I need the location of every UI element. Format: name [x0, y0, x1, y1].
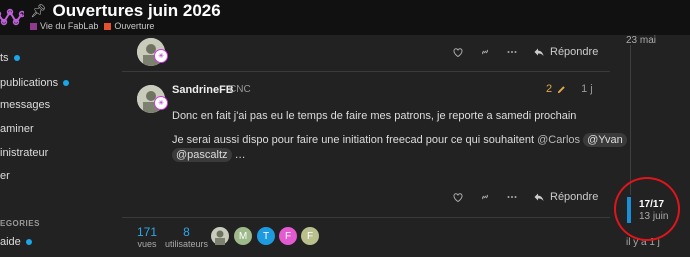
- sidebar-item-more[interactable]: er: [0, 170, 10, 182]
- participant-avatar[interactable]: M: [234, 227, 252, 245]
- sidebar: ts publications messages aminer inistrat…: [0, 35, 110, 257]
- post-paragraph-1: Donc en fait j'ai pas eu le temps de fai…: [172, 110, 577, 122]
- participant-avatar[interactable]: T: [257, 227, 275, 245]
- participant-avatar[interactable]: [211, 227, 229, 245]
- mention-carlos[interactable]: @Carlos: [537, 134, 580, 146]
- timeline-scrollbar[interactable]: [630, 45, 631, 195]
- users-label: utilisateurs: [165, 239, 209, 249]
- link-icon[interactable]: [479, 46, 491, 58]
- pin-icon: 📌︎: [30, 3, 47, 18]
- ellipsis: …: [234, 149, 246, 161]
- category-badges: Vie du FabLab Ouverture: [30, 21, 154, 31]
- views-label: vues: [137, 239, 157, 249]
- category-badge-ouverture[interactable]: Ouverture: [104, 21, 154, 31]
- more-options-icon[interactable]: [506, 46, 518, 58]
- sidebar-item-publications[interactable]: publications: [0, 77, 70, 89]
- reply-label: Répondre: [550, 46, 599, 58]
- sidebar-item-label: er: [0, 170, 10, 182]
- link-icon[interactable]: [479, 191, 491, 203]
- views-stat: 171 vues: [137, 225, 157, 249]
- views-count: 171: [137, 225, 158, 239]
- sidebar-item-label: aminer: [0, 123, 34, 135]
- pencil-edit-icon[interactable]: [556, 84, 567, 95]
- category-color-swatch: [30, 22, 37, 30]
- like-heart-icon[interactable]: [452, 191, 464, 203]
- reply-label: Répondre: [550, 191, 599, 203]
- category-label: Vie du FabLab: [40, 21, 99, 31]
- sidebar-item-aide[interactable]: aide: [0, 236, 32, 248]
- sidebar-item-messages[interactable]: messages: [0, 99, 50, 111]
- users-count: 8: [183, 225, 190, 239]
- unread-dot: [25, 239, 32, 245]
- title-row: 📌︎ Ouvertures juin 2026: [30, 1, 221, 21]
- edit-count[interactable]: 2: [546, 83, 552, 95]
- topic-title[interactable]: Ouvertures juin 2026: [53, 1, 221, 21]
- sidebar-item-topics[interactable]: ts: [0, 52, 20, 64]
- post-paragraph-3: @pascaltz …: [172, 148, 246, 162]
- reply-button[interactable]: Répondre: [533, 191, 598, 203]
- unread-dot: [63, 80, 70, 86]
- sidebar-item-label: aide: [0, 236, 21, 248]
- user-avatar-icon: [215, 230, 225, 245]
- post-meta: 2 1 j: [546, 83, 593, 95]
- post-actions: Répondre: [452, 46, 598, 58]
- user-flair-icon: ✳: [154, 96, 168, 110]
- sidebar-section-categories[interactable]: EGORIES: [0, 219, 40, 228]
- post-date[interactable]: 1 j: [581, 83, 593, 95]
- sidebar-item-label: publications: [0, 77, 59, 89]
- post-actions: Répondre: [452, 191, 598, 203]
- reply-arrow-icon: [534, 193, 544, 201]
- sidebar-item-review[interactable]: aminer: [0, 123, 34, 135]
- reply-arrow-icon: [534, 48, 544, 56]
- topic-header: 📌︎ Ouvertures juin 2026 Vie du FabLab Ou…: [0, 0, 690, 35]
- participant-avatar[interactable]: F: [301, 227, 319, 245]
- post-paragraph-2: Je serai aussi dispo pour faire une init…: [172, 133, 627, 147]
- participant-avatar[interactable]: F: [279, 227, 297, 245]
- post-user-title: CNC: [229, 84, 251, 95]
- category-label: Ouverture: [114, 21, 155, 31]
- highlight-circle: [614, 177, 680, 241]
- category-color-swatch: [104, 22, 112, 30]
- sidebar-item-label: inistrateur: [0, 147, 49, 159]
- topic-map-divider: [122, 217, 610, 218]
- like-heart-icon[interactable]: [452, 46, 464, 58]
- more-options-icon[interactable]: [506, 191, 518, 203]
- reply-button[interactable]: Répondre: [533, 46, 598, 58]
- mention-pascaltz[interactable]: @pascaltz: [172, 148, 232, 162]
- user-flair-icon: ✳: [154, 49, 168, 63]
- fablab-logo-icon[interactable]: [0, 4, 24, 30]
- mention-yvan[interactable]: @Yvan: [583, 133, 627, 147]
- sidebar-item-label: messages: [0, 99, 51, 111]
- sidebar-item-label: ts: [0, 52, 9, 64]
- category-badge-vie-du-fablab[interactable]: Vie du FabLab: [30, 21, 98, 31]
- post-paragraph-2-text: Je serai aussi dispo pour faire une init…: [172, 134, 535, 146]
- post-divider: [122, 71, 610, 72]
- post-username[interactable]: SandrineFB: [172, 84, 234, 96]
- sidebar-item-admin[interactable]: inistrateur: [0, 147, 48, 159]
- users-stat: 8 utilisateurs: [165, 225, 208, 249]
- unread-dot: [13, 55, 20, 61]
